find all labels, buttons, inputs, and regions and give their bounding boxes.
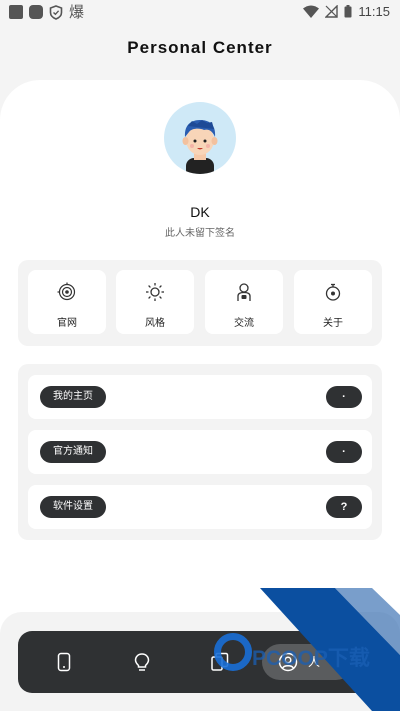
watermark-logo xyxy=(214,633,252,671)
watermark-stripe xyxy=(260,588,400,711)
watermark-text: PCOOP下载 xyxy=(252,647,370,670)
